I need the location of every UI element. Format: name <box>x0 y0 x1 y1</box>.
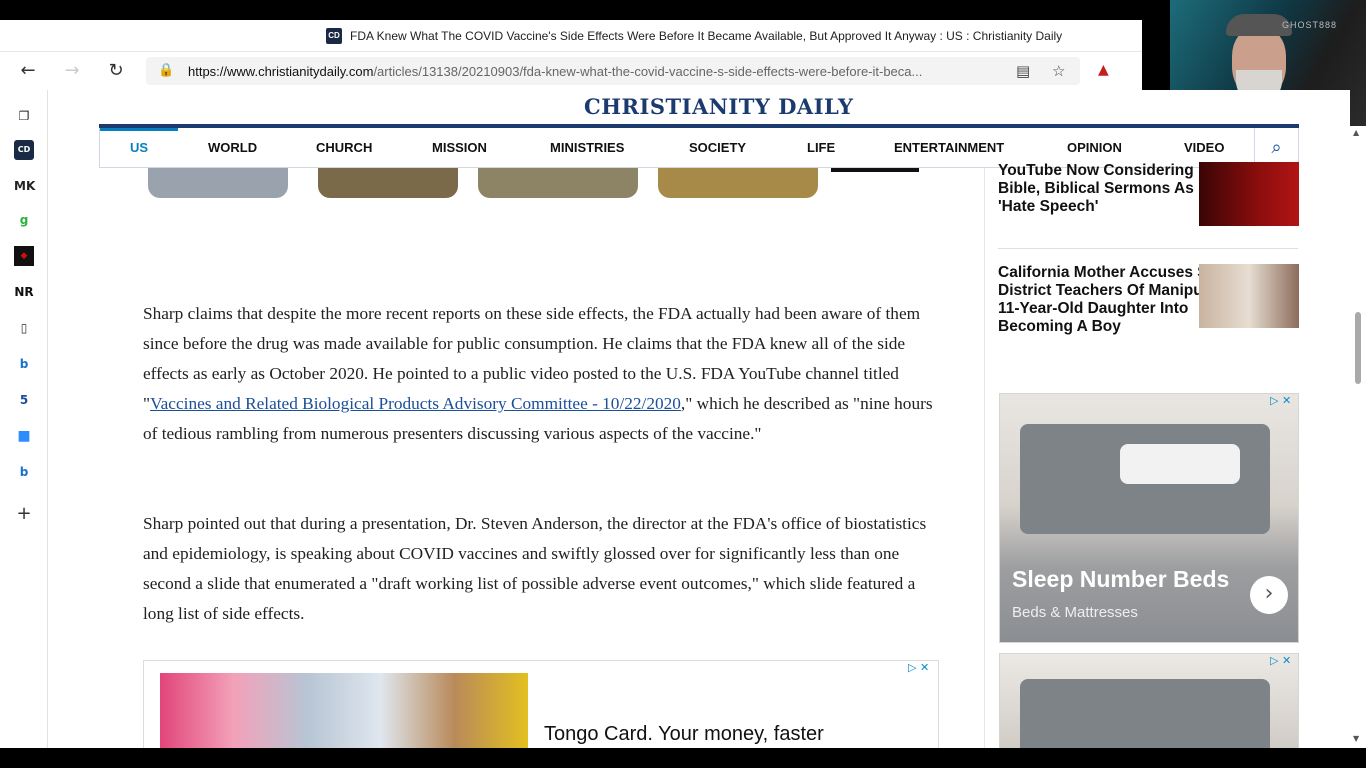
tabs-icon[interactable]: ❐ <box>14 106 34 126</box>
ad-pillows <box>1120 444 1240 484</box>
ad-product-image[interactable] <box>478 168 638 198</box>
menu-church[interactable]: CHURCH <box>316 140 372 155</box>
ad-image[interactable] <box>160 673 528 748</box>
bing-icon-2[interactable]: b <box>14 462 34 482</box>
ad-headline[interactable]: Tongo Card. Your money, faster <box>544 723 824 746</box>
scroll-down-icon[interactable]: ▼ <box>1353 734 1359 743</box>
menu-us[interactable]: US <box>130 140 148 155</box>
related-thumbnail-2[interactable] <box>1199 264 1299 328</box>
ad-bed-image <box>1020 679 1270 748</box>
forward-icon[interactable]: → <box>61 60 83 82</box>
related-thumbnail-1[interactable] <box>1199 162 1299 226</box>
bing-icon[interactable]: b <box>14 354 34 374</box>
address-bar[interactable]: 🔒 https://www.christianitydaily.com/arti… <box>146 57 1080 85</box>
nr-icon[interactable]: NR <box>14 282 34 302</box>
tab-title[interactable]: FDA Knew What The COVID Vaccine's Side E… <box>350 29 1062 43</box>
ad-title[interactable]: Sleep Number Beds <box>1012 566 1229 593</box>
menu-world[interactable]: WORLD <box>208 140 257 155</box>
web-page: CHRISTIANITY DAILY US WORLD CHURCH MISSI… <box>48 90 1350 748</box>
url-text[interactable]: https://www.christianitydaily.com/articl… <box>188 64 998 79</box>
url-domain: https://www.christianitydaily.com <box>188 64 374 79</box>
menu-ministries[interactable]: MINISTRIES <box>550 140 624 155</box>
extension-icon[interactable]: ▲ <box>1098 62 1118 80</box>
chevron-right-icon[interactable]: › <box>1250 576 1288 614</box>
add-favorite-icon[interactable]: ☆ <box>1052 62 1065 80</box>
red-app-icon[interactable]: ◆ <box>14 246 34 266</box>
menu-entertainment[interactable]: ENTERTAINMENT <box>894 140 1004 155</box>
five-icon[interactable]: 5 <box>14 390 34 410</box>
menu-opinion[interactable]: OPINION <box>1067 140 1122 155</box>
page-scrollbar[interactable]: ▲ ▼ <box>1350 126 1366 748</box>
browser-sidebar: ❐ CD MK g ◆ NR ▯ b 5 ■ b + <box>0 90 48 748</box>
title-bar: CD FDA Knew What The COVID Vaccine's Sid… <box>0 20 1142 52</box>
ad-choices-icon[interactable]: ▷ ✕ <box>1270 654 1291 667</box>
scroll-up-icon[interactable]: ▲ <box>1353 128 1359 137</box>
back-icon[interactable]: ← <box>17 60 39 82</box>
ad-subtitle: Beds & Mattresses <box>1012 604 1138 621</box>
webcam-tag: GHOST888 <box>1282 20 1338 30</box>
ad-choices-icon[interactable]: ▷ ✕ <box>908 661 929 674</box>
column-divider <box>984 168 985 748</box>
screen: CD FDA Knew What The COVID Vaccine's Sid… <box>0 0 1366 768</box>
article-paragraph-1: Sharp claims that despite the more recen… <box>143 299 943 449</box>
bottom-bar <box>0 748 1366 768</box>
ad-product-image[interactable] <box>831 168 919 172</box>
navigation-bar: ← → ↻ 🔒 https://www.christianitydaily.co… <box>0 52 1142 90</box>
add-icon[interactable]: + <box>14 504 34 524</box>
ad-product-image[interactable] <box>148 168 288 198</box>
video-link[interactable]: Vaccines and Related Biological Products… <box>150 394 681 413</box>
side-ad-2[interactable]: ▷ ✕ <box>999 653 1299 748</box>
menu-life[interactable]: LIFE <box>807 140 835 155</box>
reader-view-icon[interactable]: ▤ <box>1016 62 1030 80</box>
active-menu-indicator <box>100 128 178 131</box>
menu-video[interactable]: VIDEO <box>1184 140 1224 155</box>
site-logo[interactable]: CHRISTIANITY DAILY <box>584 94 853 119</box>
ad-choices-icon[interactable]: ▷ ✕ <box>1270 394 1291 407</box>
tab-favicon: CD <box>326 28 342 44</box>
article-paragraph-2: Sharp pointed out that during a presenta… <box>143 514 927 623</box>
ad-product-image[interactable] <box>318 168 458 198</box>
christianitydaily-icon[interactable]: CD <box>14 140 34 160</box>
mk-icon[interactable]: MK <box>14 176 35 196</box>
url-path: /articles/13138/20210903/fda-knew-what-t… <box>373 64 923 79</box>
related-divider <box>998 248 1298 249</box>
ad-product-image[interactable] <box>658 168 818 198</box>
lock-icon[interactable]: 🔒 <box>158 63 174 78</box>
menu-society[interactable]: SOCIETY <box>689 140 746 155</box>
inline-ad[interactable]: ▷ ✕ Tongo Card. Your money, faster <box>143 660 939 748</box>
g-icon[interactable]: g <box>14 210 34 230</box>
side-ad-1[interactable]: ▷ ✕ Sleep Number Beds Beds & Mattresses … <box>999 393 1299 643</box>
scroll-thumb[interactable] <box>1355 312 1361 384</box>
menu-mission[interactable]: MISSION <box>432 140 487 155</box>
document-icon[interactable]: ▯ <box>14 318 34 338</box>
refresh-icon[interactable]: ↻ <box>105 60 127 82</box>
related-article-1[interactable]: YouTube Now Considering Bible, Biblical … <box>998 162 1198 216</box>
zoom-icon[interactable]: ■ <box>14 426 34 446</box>
